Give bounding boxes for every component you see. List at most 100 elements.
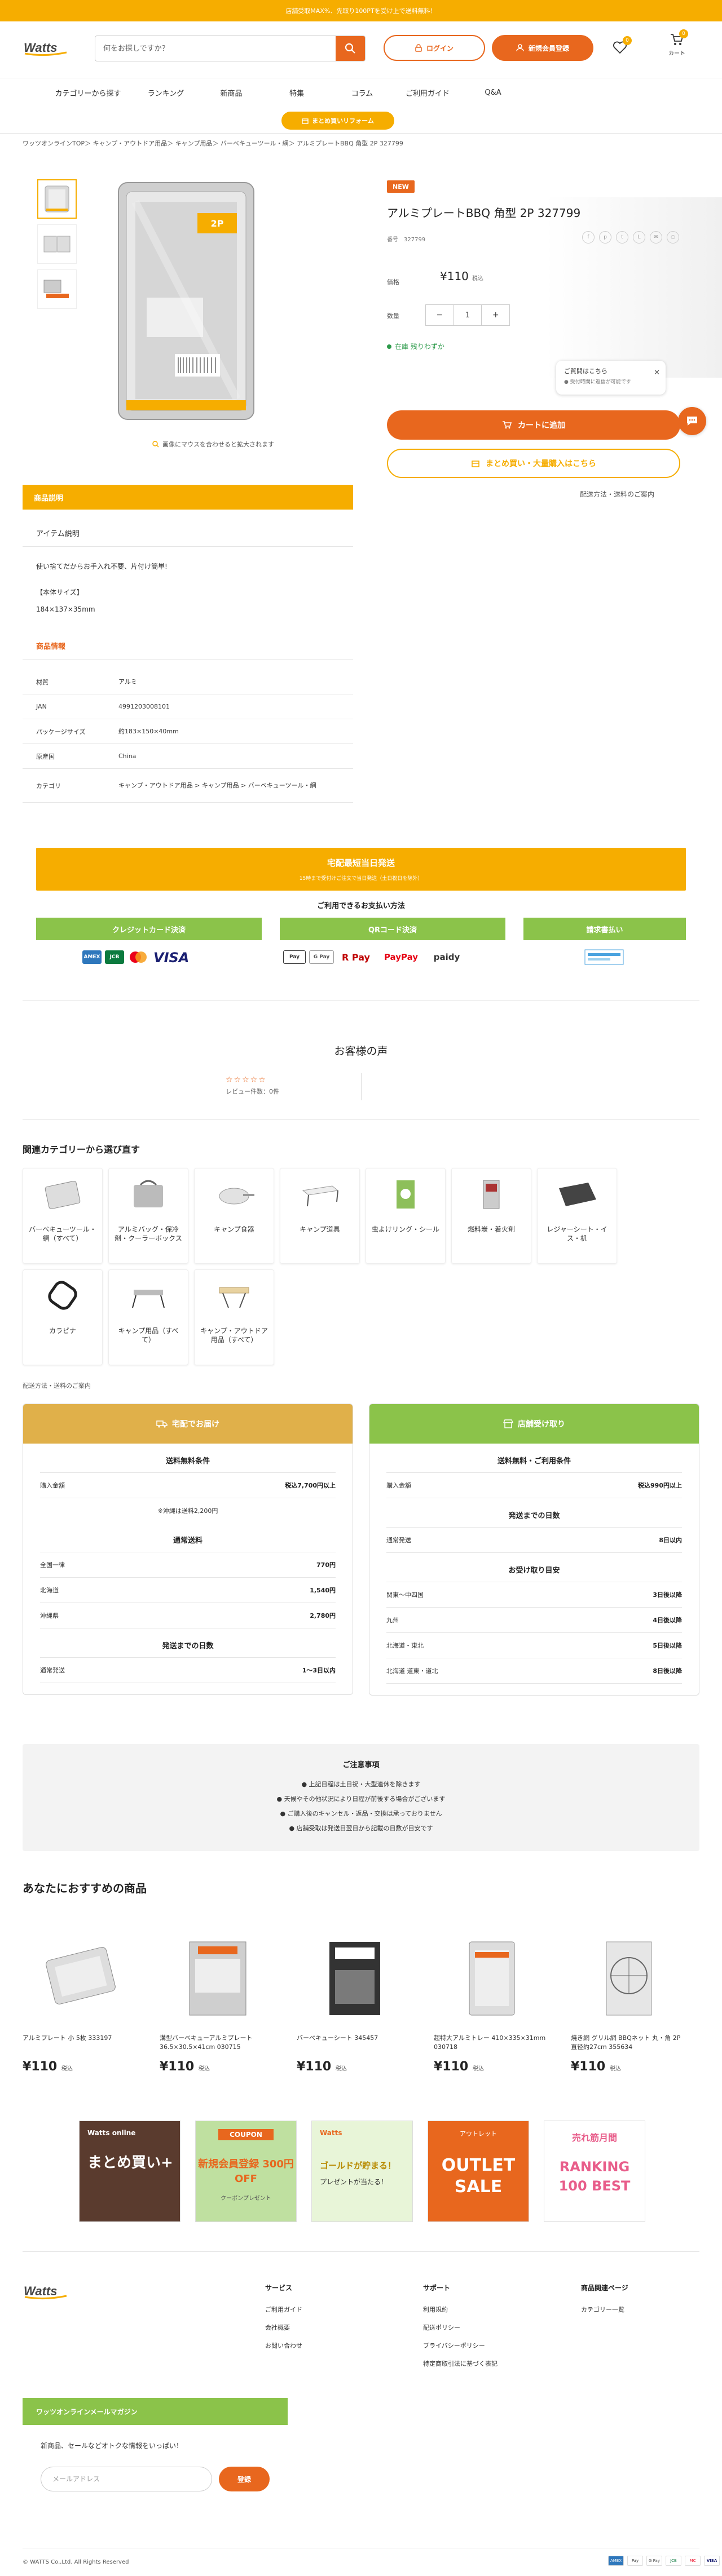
nav-item-new[interactable]: 新商品 [199, 87, 264, 98]
recommend-name[interactable]: 超特大アルミトレー 410×335×31mm 030718 [434, 2034, 550, 2054]
facebook-icon[interactable]: f [582, 231, 595, 244]
payment-invoice[interactable]: 請求書払い [523, 918, 686, 940]
recommend-image[interactable] [434, 1928, 550, 2029]
notice-line: ● 上記日程は土日祝・大型連休を除きます [301, 1781, 421, 1788]
footer-link[interactable]: ご利用ガイド [265, 2305, 302, 2314]
category-card-bbq[interactable]: バーベキューツール・網（すべて） [23, 1168, 103, 1264]
banner-bulk-buy[interactable]: Watts online まとめ買い+ [79, 2121, 180, 2222]
footer-link[interactable]: 利用規約 [423, 2305, 498, 2314]
recommend-image[interactable] [571, 1928, 687, 2029]
newsletter-submit-button[interactable]: 登録 [219, 2467, 270, 2491]
thumbnail-3[interactable] [37, 269, 77, 309]
thumbnail-1[interactable] [37, 179, 77, 219]
chat-popup[interactable]: ご質問はこちら ● 受付時間に返信が可能です ✕ [556, 361, 666, 395]
qty-plus-button[interactable]: + [482, 305, 509, 325]
close-icon[interactable]: ✕ [654, 369, 660, 377]
chat-button[interactable] [678, 407, 706, 435]
bulk-reform-button[interactable]: まとめ買いリフォーム [281, 112, 394, 130]
search-input[interactable] [95, 36, 336, 61]
recommend-card[interactable]: バーベキューシート 345457 ¥110 税込 [297, 1928, 413, 2074]
home-days-title: 発送までの日数 [40, 1628, 336, 1658]
store-pickup-box: 店舗受け取り 送料無料・ご利用条件 購入金額 税込990円以上 発送までの日数 通… [369, 1404, 699, 1696]
nav-item-guide[interactable]: ご利用ガイド [395, 87, 460, 98]
spec-key: 原産国 [36, 753, 55, 760]
home-fee-row: 全国一律 770円 [40, 1552, 336, 1578]
description-panel: 商品説明 アイテム説明 使い捨てだからお手入れ不要、片付け簡単! 【本体サイズ】… [23, 485, 353, 618]
category-card-insect[interactable]: 虫よけリング・シール [366, 1168, 446, 1264]
banner-ranking[interactable]: 売れ筋月間 RANKING 100 BEST [544, 2121, 645, 2222]
pinterest-icon[interactable]: p [599, 231, 611, 244]
favorites-button[interactable]: 0 [613, 36, 632, 56]
product-main-image[interactable]: 2P [113, 179, 259, 427]
qty-minus-button[interactable]: − [426, 305, 454, 325]
site-logo[interactable]: Watts [23, 38, 72, 56]
category-card-cooler[interactable]: アルミバッグ・保冷剤・クーラーボックス [108, 1168, 188, 1264]
category-card-leisure[interactable]: レジャーシート・イス・机 [537, 1168, 617, 1264]
banner-sub-text: クーポンプレゼント [221, 2196, 271, 2202]
category-card-tableware[interactable]: キャンプ食器 [194, 1168, 274, 1264]
recommend-card[interactable]: アルミプレート 小 5枚 333197 ¥110 税込 [23, 1928, 139, 2074]
recommend-card[interactable]: 溝型バーベキューアルミプレート 36.5×30.5×41cm 030715 ¥1… [160, 1928, 276, 2074]
category-card-camp-all[interactable]: キャンプ用品（すべて） [108, 1269, 188, 1365]
mail-icon[interactable]: ✉ [650, 231, 662, 244]
footer-link[interactable]: 特定商取引法に基づく表記 [423, 2359, 498, 2368]
register-button[interactable]: 新規会員登録 [492, 35, 593, 61]
recommend-image[interactable] [23, 1928, 139, 2029]
apple-pay-icon: Pay [283, 950, 306, 964]
nav-item-ranking[interactable]: ランキング [133, 87, 199, 98]
recommend-name[interactable]: 焼き網 グリル網 BBQネット 丸・角 2P 直径約27cm 355634 [571, 2034, 687, 2054]
breadcrumb[interactable]: ワッツオンラインTOP＞ キャンプ・アウトドア用品＞ キャンプ用品＞ バーベキュ… [23, 139, 403, 148]
footer-link[interactable]: お問い合わせ [265, 2341, 302, 2350]
category-label: 虫よけリング・シール [371, 1225, 439, 1233]
amex-icon: AMEX [608, 2556, 624, 2566]
recommend-price: ¥110 税込 [571, 2060, 687, 2074]
category-card-charcoal[interactable]: 燃料炭・着火剤 [451, 1168, 531, 1264]
footer-logo[interactable]: Watts [23, 2282, 72, 2300]
twitter-icon[interactable]: t [616, 231, 628, 244]
recommend-image[interactable] [160, 1928, 276, 2029]
banner-gold[interactable]: Watts ゴールドが貯まる！ プレゼントが当たる！ [311, 2121, 413, 2222]
shipping-info-link[interactable]: 配送方法・送料のご案内 [580, 489, 654, 499]
thumbnail-2[interactable] [37, 224, 77, 264]
recommend-card[interactable]: 焼き網 グリル網 BBQネット 丸・角 2P 直径約27cm 355634 ¥1… [571, 1928, 687, 2074]
recommend-name[interactable]: 溝型バーベキューアルミプレート 36.5×30.5×41cm 030715 [160, 2034, 276, 2054]
payment-credit[interactable]: クレジットカード決済 [36, 918, 262, 940]
recommend-name[interactable]: アルミプレート 小 5枚 333197 [23, 2034, 139, 2054]
store-days-title: 発送までの日数 [386, 1498, 682, 1528]
review-stars: ☆☆☆☆☆ [226, 1075, 267, 1085]
payment-qr[interactable]: QRコード決済 [280, 918, 505, 940]
recommend-card[interactable]: 超特大アルミトレー 410×335×31mm 030718 ¥110 税込 [434, 1928, 550, 2074]
footer-link[interactable]: 配送ポリシー [423, 2323, 498, 2332]
mastercard-icon [130, 951, 147, 963]
login-button[interactable]: ログイン [384, 35, 485, 61]
banner-coupon[interactable]: COUPON 新規会員登録 300円OFF クーポンプレゼント [195, 2121, 297, 2222]
home-free-note: ※沖縄は送料2,200円 [157, 1507, 218, 1515]
cart-button[interactable]: 0 カート [664, 29, 689, 62]
recommend-image[interactable] [297, 1928, 413, 2029]
recommend-name[interactable]: バーベキューシート 345457 [297, 2034, 413, 2054]
home-fee-row: 北海道 1,540円 [40, 1578, 336, 1603]
footer-link[interactable]: 会社概要 [265, 2323, 302, 2332]
banner-top-text: COUPON [218, 2129, 274, 2140]
banner-outlet[interactable]: アウトレット OUTLET SALE [428, 2121, 529, 2222]
footer-link[interactable]: カテゴリー一覧 [581, 2305, 628, 2314]
search-button[interactable] [336, 36, 365, 61]
nav-item-category[interactable]: カテゴリーから探す [43, 87, 133, 98]
category-card-outdoor-all[interactable]: キャンプ・アウトドア用品（すべて） [194, 1269, 274, 1365]
nav-item-qa[interactable]: Q&A [460, 88, 526, 97]
nav-item-feature[interactable]: 特集 [264, 87, 329, 98]
footer-link[interactable]: プライバシーポリシー [423, 2341, 498, 2350]
qty-value[interactable]: 1 [453, 305, 482, 325]
bulk-buy-button[interactable]: まとめ買い・大量購入はこちら [387, 449, 680, 478]
nav-item-column[interactable]: コラム [329, 87, 395, 98]
line-icon[interactable]: L [633, 231, 645, 244]
category-label: キャンプ・アウトドア用品（すべて） [200, 1327, 268, 1344]
google-pay-icon: G Pay [646, 2556, 662, 2566]
link-icon[interactable]: ○ [667, 231, 679, 244]
cart-label: カート [668, 51, 685, 57]
category-card-tools[interactable]: キャンプ道具 [280, 1168, 360, 1264]
recommend-title: あなたにおすすめの商品 [23, 1882, 147, 1895]
category-card-carabiner[interactable]: カラビナ [23, 1269, 103, 1365]
add-to-cart-button[interactable]: カートに追加 [387, 410, 680, 440]
newsletter-email-input[interactable] [41, 2467, 212, 2491]
